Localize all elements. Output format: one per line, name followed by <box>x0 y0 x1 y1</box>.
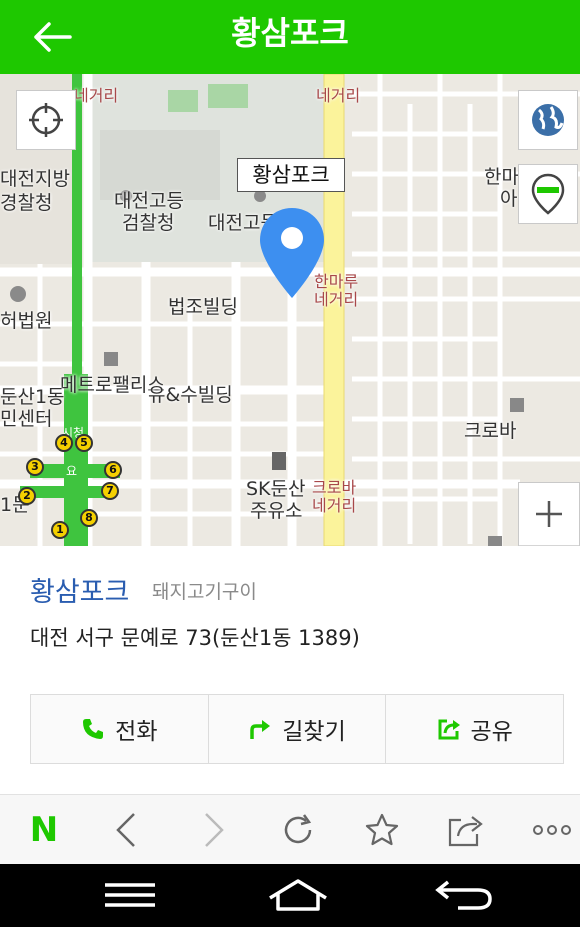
bookmark-button[interactable] <box>354 803 410 857</box>
chevron-right-icon <box>205 813 224 847</box>
subway-exit-3: 3 <box>26 458 44 476</box>
naver-logo: N <box>29 810 59 850</box>
place-info-panel: 황삼포크 돼지고기구이 대전 서구 문예로 73(둔산1동 1389) 전화 길… <box>0 546 580 794</box>
map-label: 둔산1동 <box>0 386 65 408</box>
subway-exit-4: 4 <box>55 434 73 452</box>
browser-back-button[interactable] <box>98 803 154 857</box>
subway-station-label: 요 <box>66 464 78 478</box>
place-name-link[interactable]: 황삼포크 <box>30 570 129 609</box>
home-icon <box>269 879 327 911</box>
place-pin[interactable] <box>258 206 326 304</box>
map-label: 허법원 <box>0 310 53 332</box>
system-back-button[interactable] <box>424 870 504 920</box>
subway-exit-8: 8 <box>80 509 98 527</box>
more-icon <box>533 825 571 835</box>
place-category: 돼지고기구이 <box>152 581 257 603</box>
map-base <box>0 74 580 546</box>
share-button-label: 공유 <box>470 719 513 745</box>
map-label: 한마 <box>484 166 519 188</box>
naver-home-button[interactable]: N <box>16 803 72 857</box>
map-label: 크로바 <box>312 478 357 497</box>
map-label: 유&수빌딩 <box>148 384 233 406</box>
subway-exit-5: 5 <box>75 434 93 452</box>
back-icon <box>435 880 492 910</box>
locate-button[interactable] <box>16 90 76 150</box>
arrow-left-icon <box>34 22 72 52</box>
directions-button-label: 길찾기 <box>282 719 346 745</box>
browser-toolbar: N <box>0 794 580 864</box>
map-label: 크로바 <box>464 420 517 442</box>
system-home-button[interactable] <box>258 870 338 920</box>
layers-button[interactable] <box>518 90 578 150</box>
more-button[interactable] <box>524 803 580 857</box>
map-label: 대전고등 <box>114 190 184 212</box>
app-header: 황삼포크 <box>0 0 580 74</box>
map-label: 대전지방 <box>0 168 70 190</box>
directions-button[interactable]: 길찾기 <box>209 695 387 763</box>
map-label: 검찰청 <box>122 212 175 234</box>
menu-icon <box>105 883 155 907</box>
place-address: 대전 서구 문예로 73(둔산1동 1389) <box>30 626 360 650</box>
map-label: 민센터 <box>0 408 53 430</box>
map-label: 네거리 <box>316 86 361 105</box>
share-icon <box>448 816 483 847</box>
map-marker-icon <box>531 173 565 215</box>
map-label: 주유소 <box>250 500 303 522</box>
chevron-left-icon <box>116 813 135 847</box>
map-label: 네거리 <box>74 86 119 105</box>
browser-forward-button[interactable] <box>186 803 242 857</box>
place-tag[interactable]: 황삼포크 <box>237 158 345 192</box>
map-label: 법조빌딩 <box>168 296 238 318</box>
subway-exit-1: 1 <box>51 521 69 539</box>
page-title: 황삼포크 <box>231 14 349 52</box>
subway-exit-7: 7 <box>101 482 119 500</box>
zoom-in-button[interactable] <box>519 483 579 545</box>
page-share-button[interactable] <box>438 803 494 857</box>
map-label: 네거리 <box>312 496 357 515</box>
directions-icon <box>250 720 271 739</box>
call-button-label: 전화 <box>115 719 158 745</box>
subway-exit-2: 2 <box>18 487 36 505</box>
map-label: SK둔산 <box>246 478 306 500</box>
marker-toggle-button[interactable] <box>518 164 578 224</box>
phone-icon <box>83 719 104 739</box>
location-pin-icon <box>260 208 324 298</box>
star-icon <box>365 813 399 846</box>
refresh-button[interactable] <box>270 803 326 857</box>
plus-icon <box>536 501 562 527</box>
subway-exit-6: 6 <box>104 461 122 479</box>
map-label: 아 <box>500 188 518 210</box>
back-button[interactable] <box>24 10 80 64</box>
globe-icon <box>532 104 564 136</box>
zoom-controls <box>518 482 580 546</box>
crosshair-icon <box>29 103 63 137</box>
map-view[interactable]: 대전지방 경찰청 대전고등 검찰청 대전고등 허법원 법조빌딩 메트로팰리스 유… <box>0 74 580 546</box>
share-icon <box>438 719 460 740</box>
system-navigation-bar <box>0 864 580 927</box>
call-button[interactable]: 전화 <box>31 695 209 763</box>
refresh-icon <box>284 814 312 844</box>
map-label: 경찰청 <box>0 192 53 214</box>
share-button[interactable]: 공유 <box>386 695 563 763</box>
system-menu-button[interactable] <box>90 870 170 920</box>
action-bar: 전화 길찾기 공유 <box>30 694 564 764</box>
